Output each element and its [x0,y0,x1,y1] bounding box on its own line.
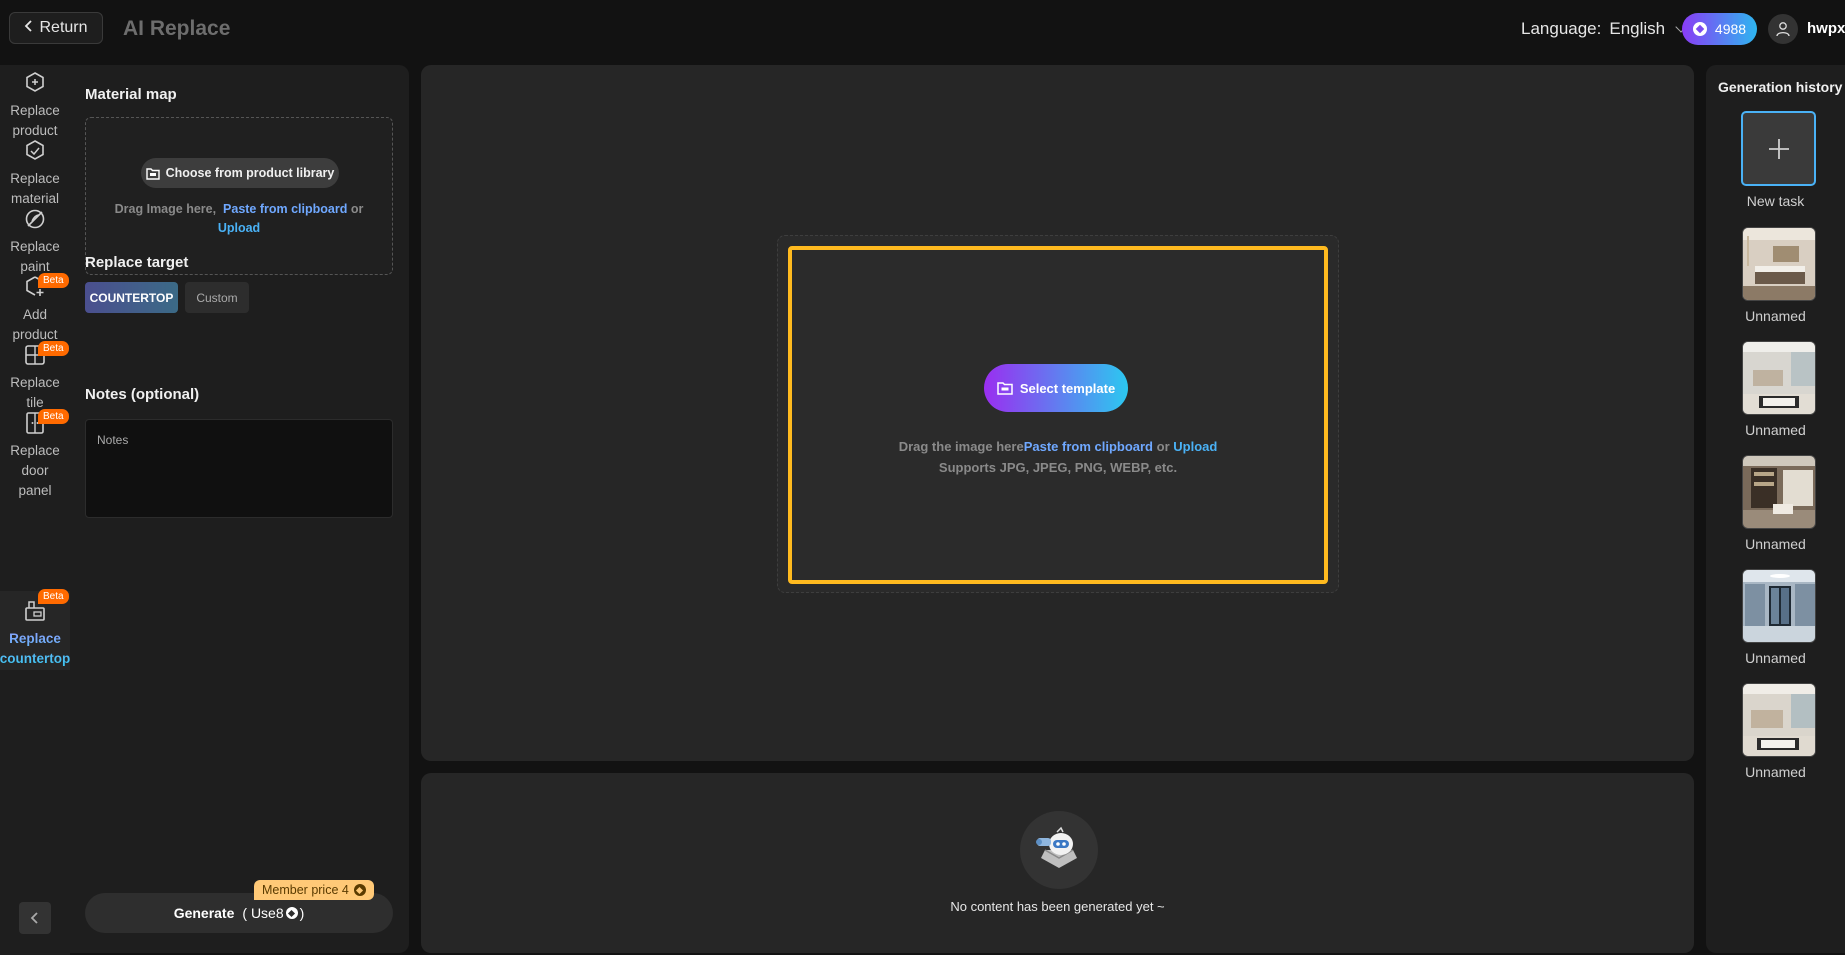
cube-material-icon [26,140,44,160]
cube-replace-icon [26,72,44,92]
user-icon [1776,22,1790,37]
target-custom-button[interactable]: Custom [185,282,249,313]
history-thumbnail[interactable] [1742,569,1816,643]
notes-field[interactable] [85,419,393,518]
product-library-button[interactable]: Choose from product library [141,158,339,188]
username[interactable]: hwpx [1807,20,1845,37]
paint-icon [25,209,45,229]
member-price-badge: Member price 4 [254,880,374,900]
material-drop-hint: Drag Image here, Paste from clipboard or… [114,202,364,235]
tool-replace-material[interactable]: Replace material [0,139,70,209]
select-template-label: Select template [1019,380,1116,396]
paste-clipboard-link[interactable]: Paste from clipboard [223,202,347,216]
material-dropzone[interactable]: Choose from product library Drag Image h… [85,117,393,275]
coin-icon [285,907,298,919]
language-value: English [1609,19,1666,38]
tool-label: Replace door panel [10,443,60,498]
language-label: Language: [1521,19,1602,38]
avatar[interactable] [1768,14,1798,44]
results-area: No content has been generated yet ~ [421,773,1694,953]
credits-badge[interactable]: 4988 [1682,13,1757,45]
folder-icon [997,382,1013,395]
beta-badge: Beta [38,409,69,424]
coin-icon [1692,22,1707,36]
canvas-drop-hint: Drag the image herePaste from clipboard … [898,439,1218,475]
history-item-label: Unnamed [1745,308,1806,324]
history-title: Generation history [1718,79,1843,95]
language-selector[interactable]: Language: English [1521,19,1687,39]
tool-replace-door-panel[interactable]: Beta Replace door panel [0,409,70,501]
select-template-button[interactable]: Select template [984,364,1128,412]
history-thumbnail[interactable] [1742,341,1816,415]
collapse-sidebar-button[interactable] [19,902,51,934]
top-bar: Return AI Replace Language: English 4988… [0,0,1845,58]
new-task-button[interactable] [1741,111,1816,186]
template-dropzone-highlight[interactable]: Select template Drag the image herePaste… [788,246,1328,584]
tool-label: Replace product [10,103,60,138]
product-library-label: Choose from product library [165,166,335,180]
return-label: Return [39,19,88,36]
tool-replace-tile[interactable]: Beta Replace tile [0,341,70,413]
material-map-title: Material map [85,86,177,103]
history-item-label: Unnamed [1745,422,1806,438]
history-item-label: Unnamed [1745,536,1806,552]
robot-mascot-icon [1020,811,1098,889]
chevron-left-icon [30,912,38,924]
folder-icon [145,167,160,180]
notes-title: Notes (optional) [85,386,200,403]
plus-icon [1768,138,1789,159]
tool-replace-countertop[interactable]: Beta Replace countertop [0,589,70,670]
replace-target-title: Replace target [85,254,189,271]
page-title: AI Replace [123,17,231,40]
credits-count: 4988 [1714,21,1747,37]
tool-add-product[interactable]: Beta Add product [0,273,70,345]
upload-link[interactable]: Upload [218,221,260,235]
beta-badge: Beta [38,341,69,356]
tool-label: Replace countertop [0,629,70,669]
tool-replace-product[interactable]: Replace product [0,71,70,141]
beta-badge: Beta [38,273,69,288]
upload-link[interactable]: Upload [1173,439,1217,454]
tool-rail: Replace product Replace material Replace pa… [0,65,70,955]
empty-results-text: No content has been generated yet ~ [950,899,1165,914]
history-item-label: Unnamed [1745,650,1806,666]
coin-icon [353,884,366,896]
history-thumbnail[interactable] [1742,227,1816,301]
chevron-left-icon [24,19,34,38]
target-countertop-button[interactable]: COUNTERTOP [85,282,178,313]
supported-formats: Supports JPG, JPEG, PNG, WEBP, etc. [938,460,1178,475]
new-task-label: New task [1746,193,1805,209]
paste-clipboard-link[interactable]: Paste from clipboard [1024,439,1153,454]
tool-label: Add product [12,307,58,342]
settings-panel: Material map Choose from product library… [70,65,409,953]
beta-badge: Beta [38,589,69,604]
tool-label: Replace material [10,171,60,206]
history-thumbnail[interactable] [1742,455,1816,529]
return-button[interactable]: Return [9,12,103,44]
generate-label: Generate [173,905,235,921]
history-thumbnail[interactable] [1742,683,1816,757]
tool-replace-paint[interactable]: Replace paint [0,207,70,277]
template-canvas: Select template Drag the image herePaste… [421,65,1694,761]
history-item-label: Unnamed [1745,764,1806,780]
tool-label: Replace paint [10,239,60,274]
use-cost: ( Use8 ) [242,905,305,921]
template-dropzone[interactable]: Select template Drag the image herePaste… [777,235,1339,593]
tool-label: Replace tile [10,375,60,410]
generation-history: Generation history New task Unnamed Unna… [1706,65,1845,953]
